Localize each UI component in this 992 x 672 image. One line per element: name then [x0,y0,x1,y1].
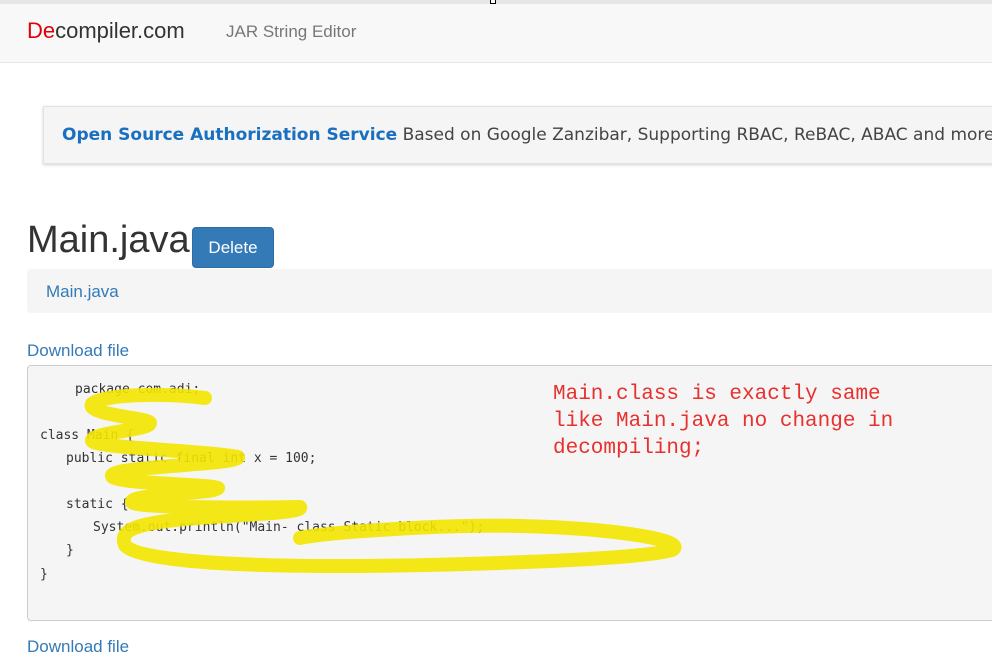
nav-link-jar-string-editor[interactable]: JAR String Editor [226,22,356,42]
page-title: Main.java [27,219,190,261]
banner-link[interactable]: Open Source Authorization Service [62,125,397,145]
download-file-link[interactable]: Download file [27,637,129,657]
brand-rest: compiler.com [55,18,185,43]
download-file-link[interactable]: Download file [27,341,129,361]
code-line: class Main { [40,428,134,443]
code-line: } [66,543,74,558]
text-cursor-icon [490,0,496,4]
annotation-line: like Main.java no change in [553,410,894,433]
browser-top-strip [0,0,992,4]
delete-button[interactable]: Delete [192,227,274,268]
promo-banner: Open Source Authorization Service Based … [43,106,992,164]
brand-logo[interactable]: Decompiler.com [27,18,185,44]
breadcrumb: Main.java [27,269,992,313]
code-line: System.out.println("Main- class Static b… [93,520,485,535]
banner-description: Based on Google Zanzibar, Supporting RBA… [397,125,992,145]
annotation-line: Main.class is exactly same [553,383,881,406]
breadcrumb-item-main-java[interactable]: Main.java [46,282,119,302]
top-navbar: Decompiler.com JAR String Editor [0,0,992,63]
annotation-line: decompiling; [553,437,705,460]
code-line: } [40,567,48,582]
code-line: static { [66,497,129,512]
banner-text: Open Source Authorization Service Based … [62,125,992,145]
brand-accent: De [27,18,56,43]
code-line: package com.adi; [75,382,201,397]
code-line: public static final int x = 100; [66,451,317,466]
